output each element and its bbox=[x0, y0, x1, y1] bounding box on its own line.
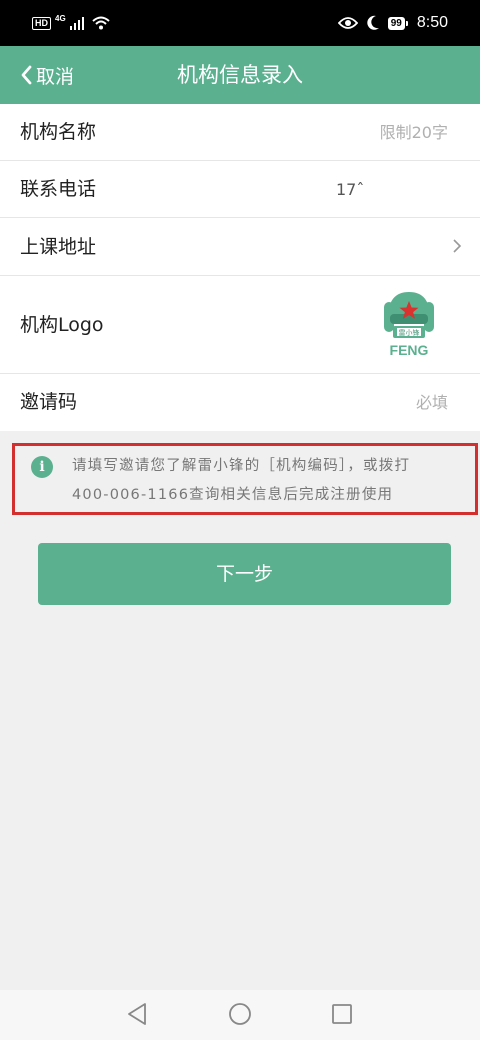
eye-icon bbox=[337, 17, 358, 29]
invite-code-field[interactable]: 邀请码 必填 bbox=[0, 374, 480, 431]
institution-name-label: 机构名称 bbox=[20, 121, 97, 143]
institution-name-placeholder: 限制20字 bbox=[379, 123, 448, 142]
info-icon: i bbox=[31, 456, 53, 478]
status-right: 99 8:50 bbox=[337, 13, 448, 33]
signal-icon bbox=[69, 16, 85, 30]
institution-logo-field[interactable]: 机构Logo 雷小锋 FENG bbox=[0, 276, 480, 374]
logo-text: FENG bbox=[390, 342, 429, 358]
status-left: HD 4G bbox=[32, 13, 110, 33]
hd-badge: HD bbox=[32, 16, 51, 30]
chevron-right-icon bbox=[453, 239, 462, 253]
contact-phone-value: 17ˆ bbox=[336, 180, 365, 199]
battery-icon: 99 bbox=[387, 16, 409, 30]
contact-phone-field[interactable]: 联系电话 17ˆ bbox=[0, 161, 480, 218]
header-bar: 取消 机构信息录入 bbox=[0, 46, 480, 104]
tip-line-1: 请填写邀请您了解雷小锋的［机构编码］，或拨打 bbox=[72, 458, 411, 474]
institution-logo-label: 机构Logo bbox=[20, 314, 104, 336]
moon-icon bbox=[367, 15, 379, 30]
contact-phone-label: 联系电话 bbox=[20, 178, 97, 200]
system-navigation-bar bbox=[0, 990, 480, 1040]
network-type: 4G bbox=[55, 14, 66, 23]
next-step-button[interactable]: 下一步 bbox=[38, 543, 451, 605]
wifi-icon bbox=[92, 16, 110, 30]
invite-code-tip: i 请填写邀请您了解雷小锋的［机构编码］，或拨打 400-006-1166查询相… bbox=[12, 443, 478, 515]
home-circle-icon[interactable] bbox=[228, 1002, 252, 1026]
status-bar: HD 4G 99 8:50 bbox=[0, 0, 480, 46]
institution-logo-image[interactable]: 雷小锋 FENG bbox=[384, 292, 434, 358]
class-address-label: 上课地址 bbox=[20, 236, 97, 258]
invite-code-placeholder: 必填 bbox=[415, 393, 448, 412]
chevron-left-icon bbox=[21, 65, 32, 85]
cancel-button[interactable]: 取消 bbox=[20, 46, 74, 104]
svg-text:雷小锋: 雷小锋 bbox=[399, 328, 420, 337]
recents-square-icon[interactable] bbox=[331, 1002, 353, 1026]
clock: 8:50 bbox=[416, 14, 448, 31]
invite-code-label: 邀请码 bbox=[20, 391, 78, 413]
cancel-label: 取消 bbox=[36, 65, 75, 88]
back-triangle-icon[interactable] bbox=[126, 1002, 148, 1026]
institution-name-field[interactable]: 机构名称 限制20字 bbox=[0, 104, 480, 161]
tip-line-2: 400-006-1166查询相关信息后完成注册使用 bbox=[72, 487, 394, 503]
institution-form: 机构名称 限制20字 联系电话 17ˆ 上课地址 机构Logo 雷小锋 FENG bbox=[0, 104, 480, 431]
tip-text: 请填写邀请您了解雷小锋的［机构编码］，或拨打 400-006-1166查询相关信… bbox=[72, 452, 462, 510]
class-address-field[interactable]: 上课地址 bbox=[0, 218, 480, 276]
